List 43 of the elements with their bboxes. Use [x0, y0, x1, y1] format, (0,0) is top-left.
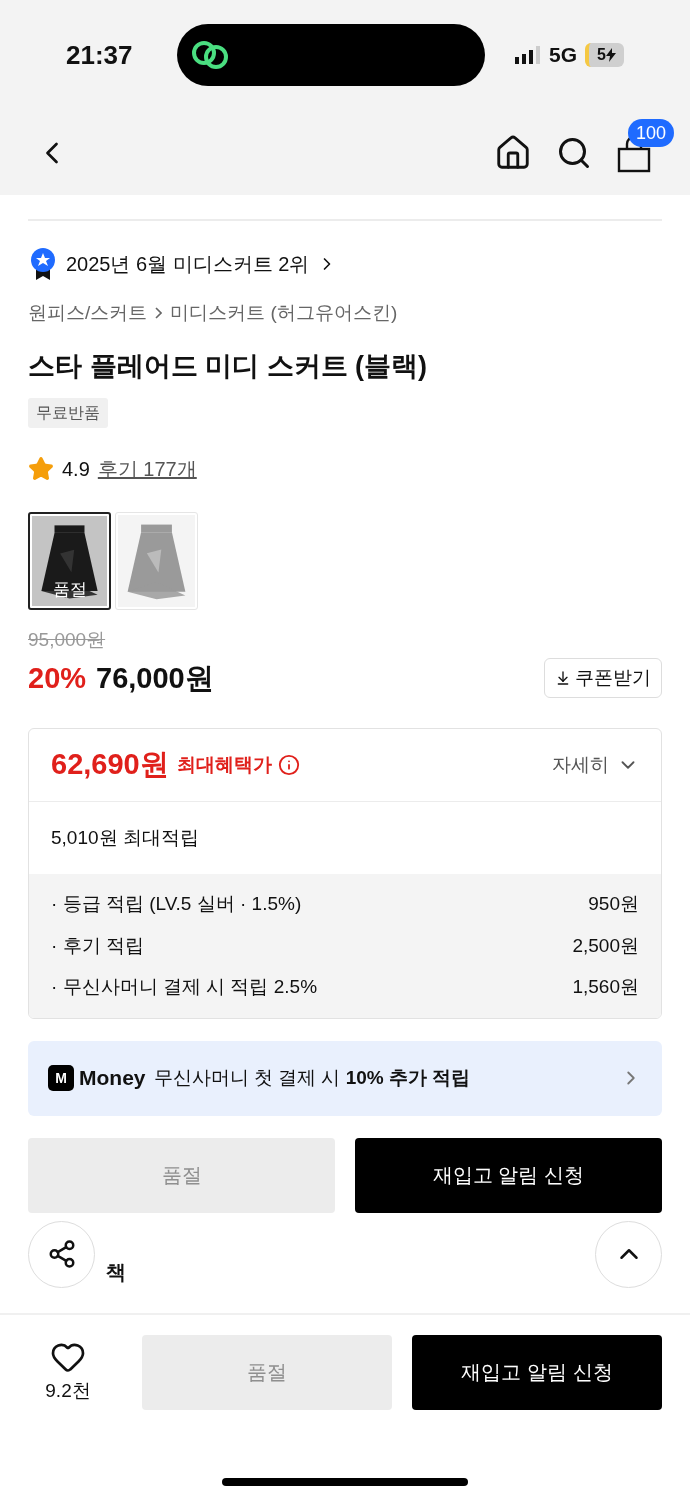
points-item-label: · 무신사머니 결제 시 적립 2.5% [51, 975, 318, 999]
money-banner[interactable]: M Money 무신사머니 첫 결제 시 10% 추가 적립 [28, 1040, 662, 1116]
breadcrumb-link[interactable]: 미디스커트 (허그유어스킨) [170, 299, 398, 328]
home-icon[interactable] [494, 133, 532, 172]
section-title: 책 [106, 1259, 126, 1285]
download-icon [555, 670, 571, 687]
product-title: 스타 플레어드 미디 스커트 (블랙) [28, 349, 428, 383]
money-brand: Money [79, 1065, 146, 1092]
breadcrumb-link[interactable]: 원피스/스커트 [28, 299, 148, 328]
money-promo-text: 무신사머니 첫 결제 시 10% 추가 적립 [153, 1065, 471, 1090]
restock-alert-button[interactable]: 재입고 알림 신청 [412, 1334, 662, 1410]
reviews-link[interactable]: 후기 177개 [97, 454, 197, 484]
ribbon-badge-icon [28, 247, 58, 281]
network-label: 5G [549, 42, 578, 69]
max-benefit-price: 62,690원 [51, 747, 169, 783]
info-icon[interactable] [277, 754, 300, 776]
points-item-value: 950원 [588, 892, 639, 916]
free-return-tag: 무료반품 [28, 398, 108, 428]
rating-value: 4.9 [62, 457, 90, 482]
points-item-label: · 등급 적립 (LV.5 실버 · 1.5%) [51, 892, 302, 916]
signal-icon [515, 46, 542, 64]
like-button[interactable]: 9.2천 [28, 1338, 108, 1406]
bolt-icon [606, 48, 616, 62]
discount-rate: 20% [28, 660, 87, 696]
original-price: 95,000원 [28, 628, 106, 652]
status-time: 21:37 [66, 38, 133, 72]
points-item-label: · 후기 적립 [51, 933, 144, 958]
money-logo-icon: M [48, 1065, 74, 1091]
chevron-right-icon [155, 307, 163, 320]
coupon-button[interactable]: 쿠폰받기 [544, 658, 662, 699]
ranking-text[interactable]: 2025년 6월 미디스커트 2위 [66, 249, 310, 279]
sold-out-label: 품절 [51, 578, 88, 601]
max-points-text: 5,010원 최대적립 [51, 825, 199, 850]
battery-indicator: 5 [585, 43, 624, 67]
cart-count-badge: 100 [628, 118, 675, 147]
points-item-value: 2,500원 [572, 933, 639, 958]
points-item-value: 1,560원 [572, 975, 639, 999]
variant-thumbnail[interactable]: 품절 [28, 512, 111, 610]
sale-price: 76,000원 [96, 660, 214, 696]
star-icon [28, 456, 54, 482]
restock-alert-button[interactable]: 재입고 알림 신청 [355, 1137, 662, 1213]
max-benefit-label: 최대혜택가 [176, 752, 272, 777]
details-toggle[interactable]: 자세히 [552, 750, 639, 780]
